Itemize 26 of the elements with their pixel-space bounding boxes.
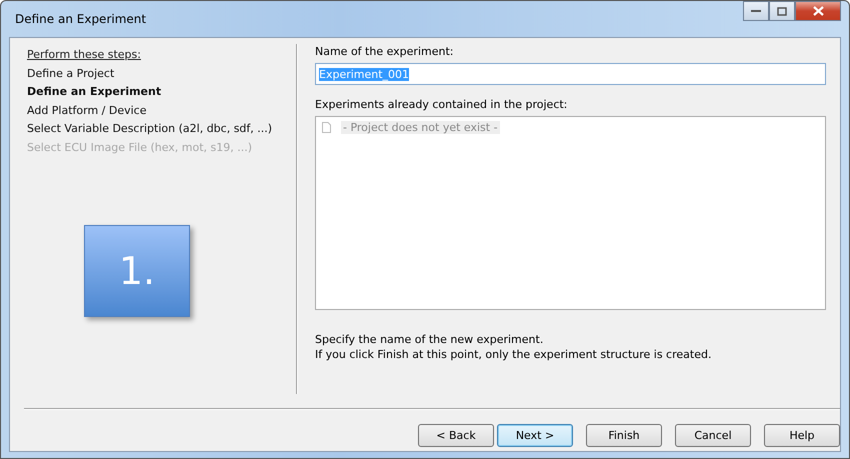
minimize-button[interactable] [743, 1, 769, 21]
step-item: Select ECU Image File (hex, mot, s19, ...) [27, 140, 254, 156]
step-item: Add Platform / Device [27, 102, 148, 118]
step-number-tile: 1. [84, 225, 190, 317]
description-text: If you click Finish at this point, only the experiment structure is created. [315, 347, 712, 362]
list-label: Experiments already contained in the project: [315, 97, 568, 112]
minimize-icon [751, 9, 761, 13]
step-item: Define a Project [27, 66, 116, 82]
wizard-button[interactable]: < Back [418, 424, 494, 447]
close-icon [812, 6, 824, 16]
wizard-button[interactable]: Cancel [675, 424, 751, 447]
document-icon [322, 122, 331, 133]
close-button[interactable] [795, 1, 841, 21]
list-item: - Project does not yet exist - [341, 121, 500, 134]
wizard-button[interactable]: Help [764, 424, 840, 447]
description-text: Specify the name of the new experiment. [315, 332, 544, 347]
step-item: Select Variable Description (a2l, dbc, sdf, ...) [27, 121, 274, 137]
maximize-button[interactable] [769, 1, 795, 21]
wizard-button[interactable]: Next > [497, 424, 573, 447]
field-label: Name of the experiment: [315, 44, 454, 59]
window-title: Define an Experiment [14, 11, 146, 26]
step-item: Define an Experiment [27, 84, 162, 100]
steps-heading: Perform these steps: [27, 47, 142, 63]
maximize-icon [777, 6, 787, 16]
wizard-button[interactable]: Finish [586, 424, 662, 447]
input-value: Experiment_001 [319, 68, 410, 80]
